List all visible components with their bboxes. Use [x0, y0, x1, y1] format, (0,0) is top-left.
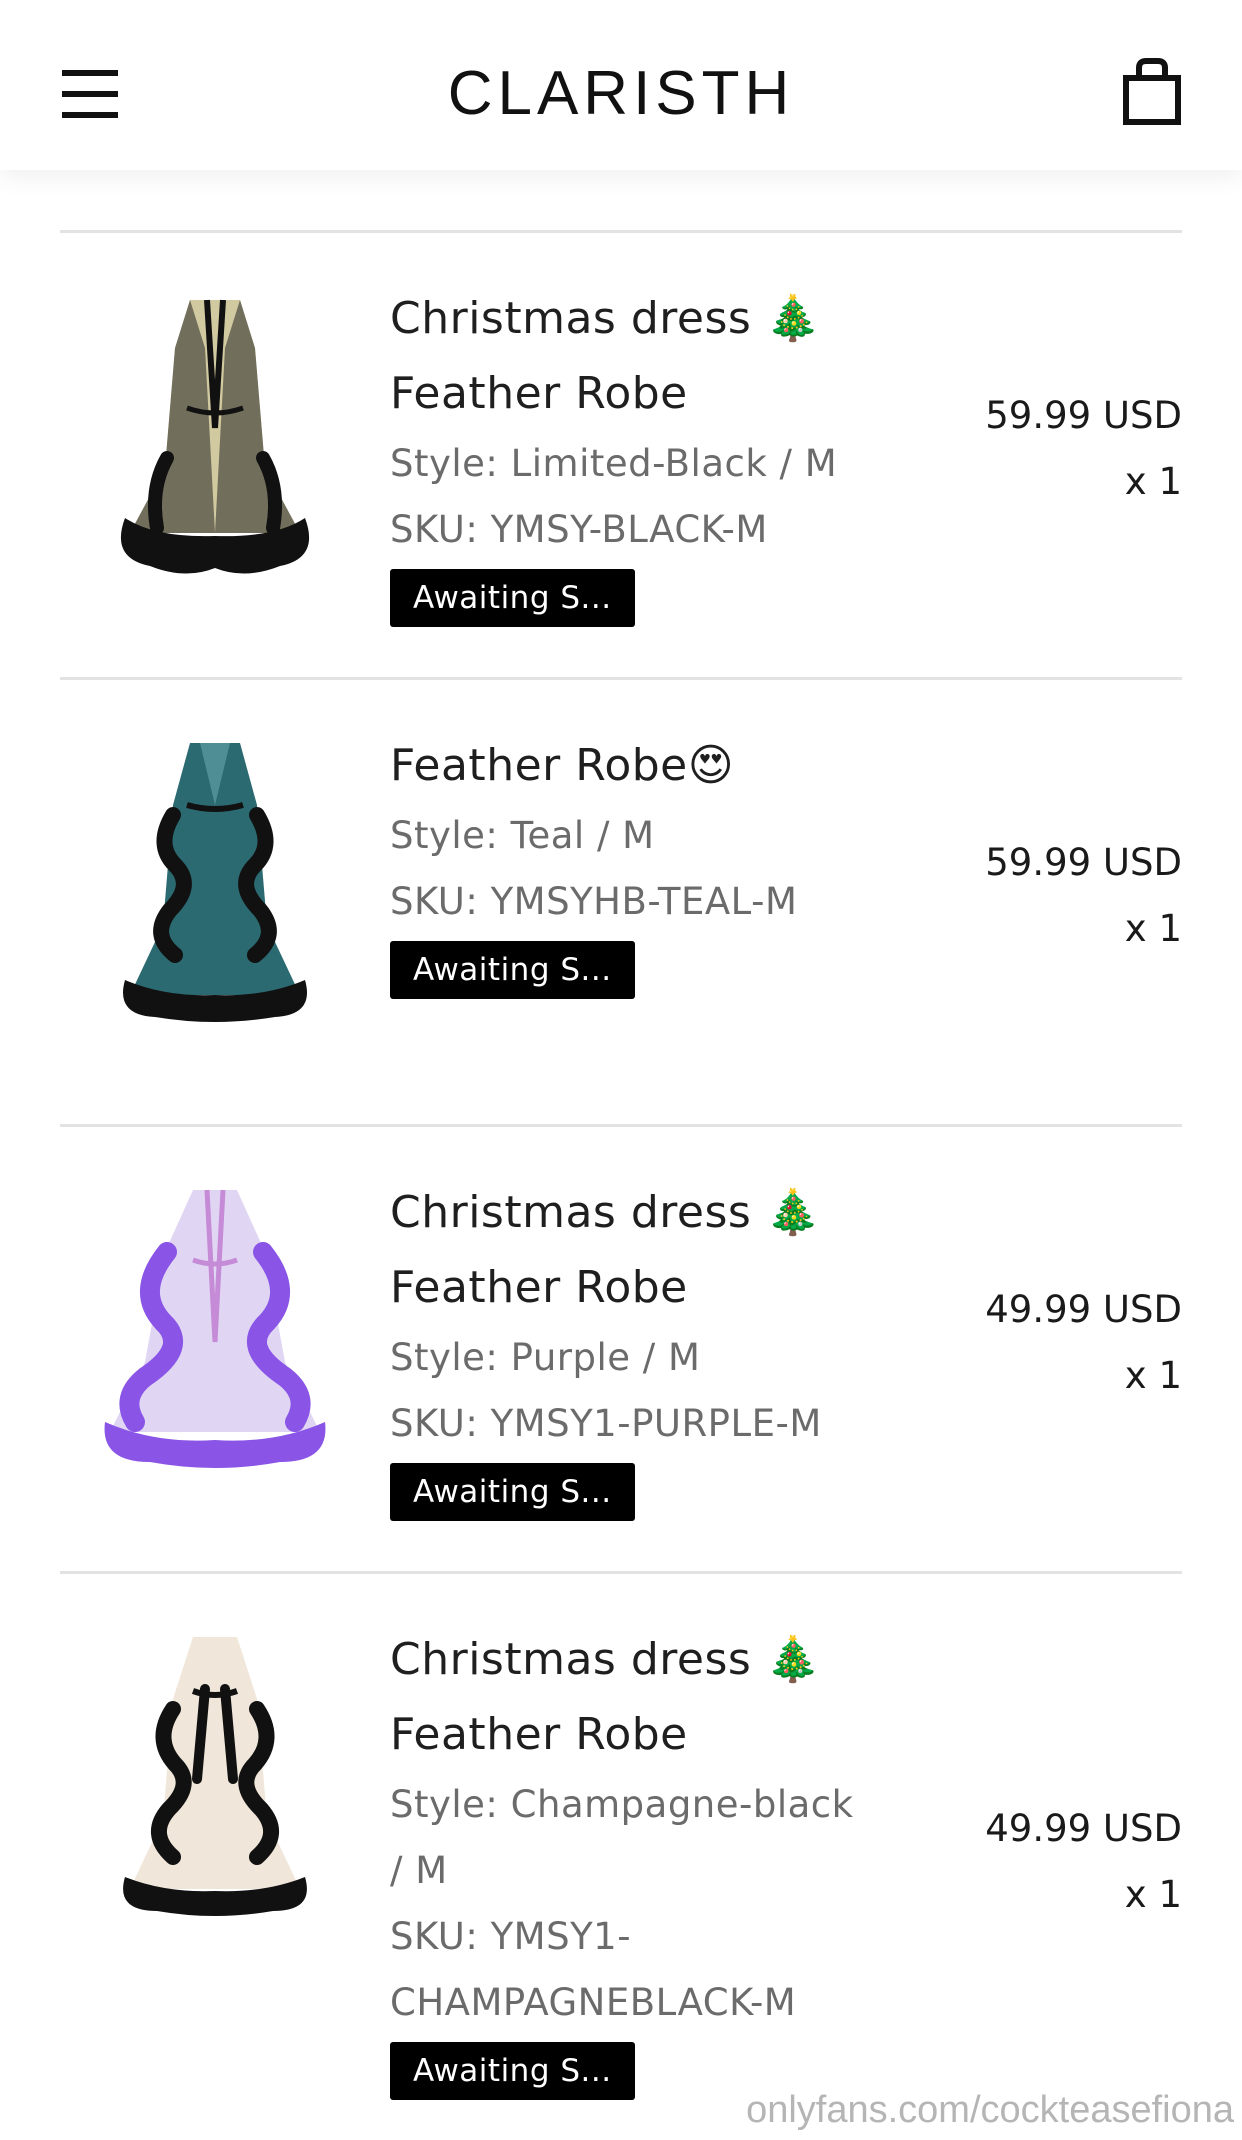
- product-title[interactable]: Christmas dress 🎄: [390, 1175, 870, 1250]
- product-sku: SKU: YMSY1-PURPLE-M: [390, 1402, 822, 1445]
- app-header: CLARISTH: [0, 0, 1242, 170]
- watermark: onlyfans.com/cockteasefiona: [746, 2089, 1234, 2131]
- divider: [60, 230, 1182, 233]
- product-sku: SKU: YMSY1-: [390, 1915, 632, 1958]
- item-quantity: x 1: [1124, 460, 1182, 503]
- product-title[interactable]: Feather Robe😍: [390, 728, 870, 803]
- product-title[interactable]: Christmas dress 🎄: [390, 281, 870, 356]
- divider: [60, 1124, 1182, 1127]
- product-title-line2: Feather Robe: [390, 1709, 688, 1760]
- shopping-bag-icon[interactable]: [1122, 58, 1182, 126]
- christmas-tree-icon: 🎄: [765, 293, 822, 344]
- product-thumbnail-teal-robe[interactable]: [95, 735, 335, 1025]
- status-badge: Awaiting S...: [390, 569, 635, 627]
- product-thumbnail-black-robe[interactable]: [95, 288, 335, 578]
- item-price: 49.99 USD: [985, 1807, 1182, 1850]
- product-sku-line2: CHAMPAGNEBLACK-M: [390, 1981, 797, 2024]
- product-sku: SKU: YMSYHB-TEAL-M: [390, 880, 798, 923]
- product-thumbnail-champagne-robe[interactable]: [95, 1629, 335, 1919]
- product-style: Style: Purple / M: [390, 1336, 701, 1379]
- status-badge: Awaiting S...: [390, 1463, 635, 1521]
- christmas-tree-icon: 🎄: [765, 1187, 822, 1238]
- product-style: Style: Champagne-black: [390, 1783, 854, 1826]
- product-title-line2: Feather Robe: [390, 368, 688, 419]
- status-badge: Awaiting S...: [390, 941, 635, 999]
- product-sku: SKU: YMSY-BLACK-M: [390, 508, 768, 551]
- heart-eyes-icon: 😍: [687, 740, 735, 791]
- store-logo[interactable]: CLARISTH: [0, 58, 1242, 129]
- product-style-line2: / M: [390, 1849, 448, 1892]
- product-title-line2: Feather Robe: [390, 1262, 688, 1313]
- divider: [60, 677, 1182, 680]
- status-badge: Awaiting S...: [390, 2042, 635, 2100]
- item-quantity: x 1: [1124, 907, 1182, 950]
- item-price: 49.99 USD: [985, 1288, 1182, 1331]
- christmas-tree-icon: 🎄: [765, 1634, 822, 1685]
- product-style: Style: Teal / M: [390, 814, 655, 857]
- product-style: Style: Limited-Black / M: [390, 442, 838, 485]
- product-title[interactable]: Christmas dress 🎄: [390, 1622, 870, 1697]
- item-quantity: x 1: [1124, 1873, 1182, 1916]
- item-price: 59.99 USD: [985, 394, 1182, 437]
- divider: [60, 1571, 1182, 1574]
- product-thumbnail-purple-robe[interactable]: [95, 1182, 335, 1472]
- item-price: 59.99 USD: [985, 841, 1182, 884]
- item-quantity: x 1: [1124, 1354, 1182, 1397]
